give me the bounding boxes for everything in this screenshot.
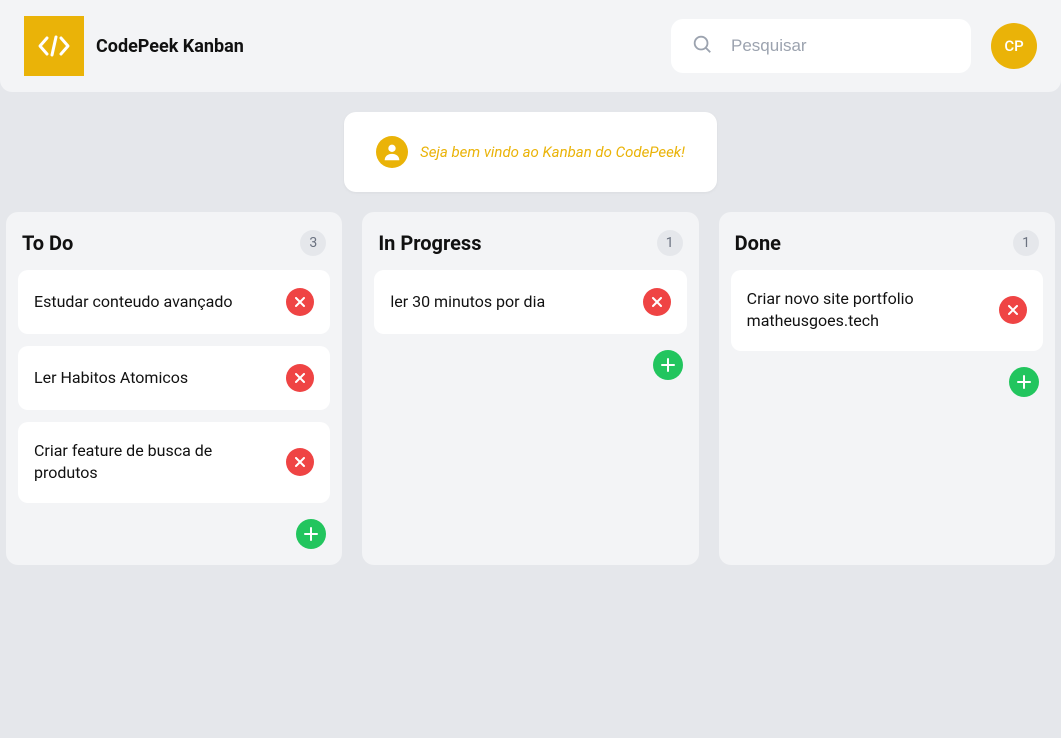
column-in-progress: In Progress 1 ler 30 minutos por dia [362,212,698,565]
column-todo: To Do 3 Estudar conteudo avançado Ler Ha… [6,212,342,565]
logo-icon [24,16,84,76]
header-right: CP [671,19,1037,73]
column-count-badge: 1 [657,230,683,256]
add-card-button[interactable] [653,350,683,380]
add-button-row [731,363,1043,401]
kanban-board: To Do 3 Estudar conteudo avançado Ler Ha… [0,212,1061,565]
column-count-badge: 1 [1013,230,1039,256]
avatar[interactable]: CP [991,23,1037,69]
delete-button[interactable] [286,288,314,316]
card-text: ler 30 minutos por dia [390,291,545,313]
plus-icon [661,358,675,372]
column-done: Done 1 Criar novo site portfolio matheus… [719,212,1055,565]
card[interactable]: ler 30 minutos por dia [374,270,686,334]
plus-icon [1017,375,1031,389]
app-title: CodePeek Kanban [96,36,244,57]
add-card-button[interactable] [1009,367,1039,397]
welcome-message: Seja bem vindo ao Kanban do CodePeek! [420,143,685,161]
card[interactable]: Criar feature de busca de produtos [18,422,330,503]
delete-button[interactable] [286,364,314,392]
column-count-badge: 3 [300,230,326,256]
card[interactable]: Estudar conteudo avançado [18,270,330,334]
search-box[interactable] [671,19,971,73]
delete-button[interactable] [643,288,671,316]
column-header: In Progress 1 [374,224,686,270]
close-icon [295,373,305,383]
card[interactable]: Ler Habitos Atomicos [18,346,330,410]
close-icon [295,457,305,467]
plus-icon [304,527,318,541]
column-header: To Do 3 [18,224,330,270]
header-left: CodePeek Kanban [24,16,244,76]
card-text: Criar feature de busca de produtos [34,440,274,485]
column-title: Done [735,231,781,255]
add-card-button[interactable] [296,519,326,549]
search-icon [691,33,713,59]
card-text: Estudar conteudo avançado [34,291,233,313]
close-icon [652,297,662,307]
column-title: In Progress [378,231,481,255]
close-icon [1008,305,1018,315]
user-icon [376,136,408,168]
delete-button[interactable] [999,296,1027,324]
search-input[interactable] [731,36,951,56]
close-icon [295,297,305,307]
add-button-row [18,515,330,553]
welcome-card: Seja bem vindo ao Kanban do CodePeek! [344,112,717,192]
column-header: Done 1 [731,224,1043,270]
add-button-row [374,346,686,384]
header: CodePeek Kanban CP [0,0,1061,92]
card[interactable]: Criar novo site portfolio matheusgoes.te… [731,270,1043,351]
delete-button[interactable] [286,448,314,476]
column-title: To Do [22,231,73,255]
card-text: Criar novo site portfolio matheusgoes.te… [747,288,987,333]
card-text: Ler Habitos Atomicos [34,367,188,389]
